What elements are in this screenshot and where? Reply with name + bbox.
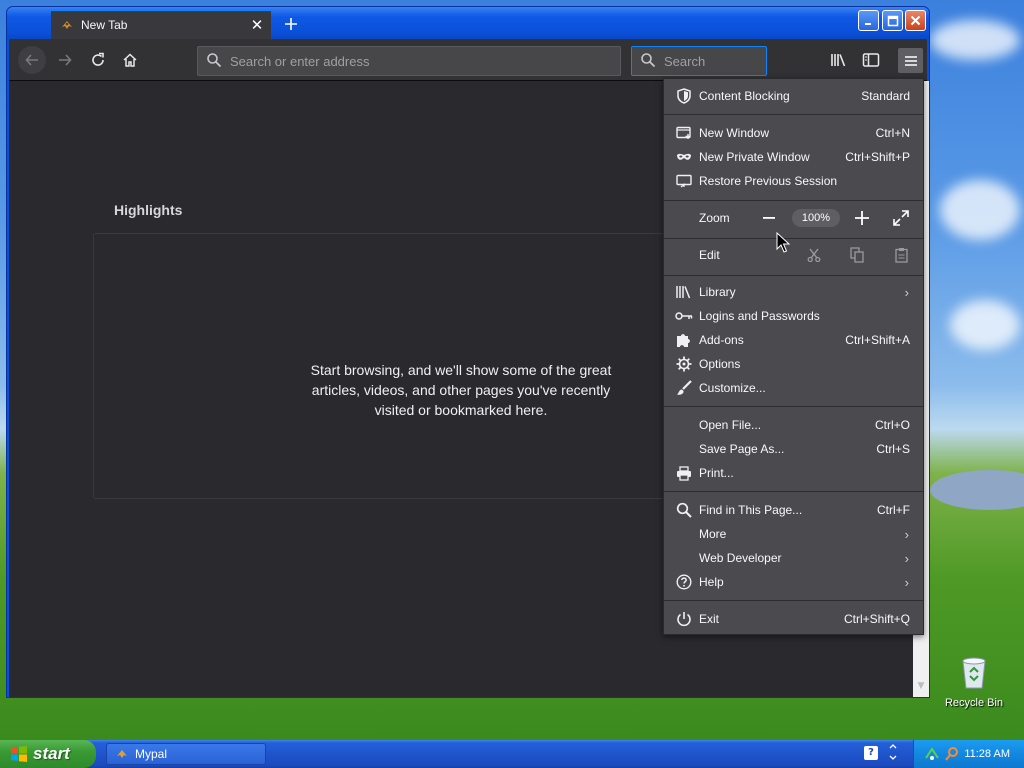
mypal-app-icon <box>117 750 127 758</box>
gear-icon <box>675 355 693 373</box>
power-icon <box>675 610 693 628</box>
new-tab-button[interactable] <box>279 12 303 36</box>
library-icon[interactable] <box>827 48 851 72</box>
menu-exit[interactable]: Exit Ctrl+Shift+Q <box>664 607 923 631</box>
highlights-heading: Highlights <box>114 202 183 218</box>
tab-new-tab[interactable]: New Tab ✕ <box>51 9 271 39</box>
sidebar-icon[interactable] <box>859 48 883 72</box>
search-icon <box>675 501 693 519</box>
menu-separator <box>664 238 923 239</box>
open-menu-button[interactable] <box>898 48 923 73</box>
recycle-bin[interactable]: Recycle Bin <box>944 656 1004 709</box>
copy-icon[interactable] <box>848 246 866 264</box>
menu-web-developer[interactable]: Web Developer › <box>664 546 923 570</box>
menu-help[interactable]: Help › <box>664 570 923 594</box>
mouse-cursor-icon <box>776 232 790 253</box>
menu-separator <box>664 600 923 601</box>
printer-icon <box>675 464 693 482</box>
menu-addons[interactable]: Add-ons Ctrl+Shift+A <box>664 328 923 352</box>
menu-new-private-window[interactable]: New Private Window Ctrl+Shift+P <box>664 145 923 169</box>
forward-button[interactable] <box>53 48 77 72</box>
private-mask-icon <box>675 148 693 166</box>
windows-flag-icon <box>11 746 27 762</box>
menu-new-window[interactable]: New Window Ctrl+N <box>664 121 923 145</box>
menu-open-file[interactable]: Open File... Ctrl+O <box>664 413 923 437</box>
scroll-down-icon[interactable]: ▼ <box>913 681 929 695</box>
paintbrush-icon <box>675 379 693 397</box>
key-icon <box>675 307 693 325</box>
menu-library[interactable]: Library › <box>664 280 923 304</box>
help-tray-icon[interactable]: ? <box>864 746 878 760</box>
title-bar[interactable]: New Tab ✕ <box>7 7 929 39</box>
taskbar: start Mypal ? 11:28 AM <box>0 740 1024 768</box>
menu-separator <box>664 200 923 201</box>
menu-separator <box>664 406 923 407</box>
new-window-icon <box>675 124 693 142</box>
distant-hill <box>930 470 1024 510</box>
zoom-in-button[interactable] <box>853 209 871 227</box>
shield-icon <box>675 87 693 105</box>
tab-title: New Tab <box>81 18 128 32</box>
search-placeholder: Search <box>664 53 706 69</box>
recycle-bin-icon <box>962 657 986 689</box>
system-tray: 11:28 AM <box>913 740 1024 768</box>
maximize-button[interactable] <box>882 10 903 31</box>
menu-content-blocking[interactable]: Content Blocking Standard <box>664 84 923 108</box>
menu-more[interactable]: More › <box>664 522 923 546</box>
close-window-button[interactable] <box>905 10 926 31</box>
chevron-right-icon: › <box>904 526 909 542</box>
cloud <box>950 300 1020 350</box>
zoom-reset-button[interactable]: 100% <box>792 209 840 227</box>
clock: 11:28 AM <box>964 748 1010 760</box>
restore-session-icon <box>675 172 693 190</box>
library-icon <box>675 283 693 301</box>
tray-expand-icon[interactable] <box>886 743 900 765</box>
chevron-right-icon: › <box>904 574 909 590</box>
search-icon <box>640 52 656 71</box>
help-icon <box>675 573 693 591</box>
menu-options[interactable]: Options <box>664 352 923 376</box>
hamburger-icon <box>904 55 917 66</box>
nav-toolbar: Search or enter address Search <box>9 39 927 81</box>
menu-save-page[interactable]: Save Page As... Ctrl+S <box>664 437 923 461</box>
highlights-empty-message: Start browsing, and we'll show some of t… <box>310 362 612 418</box>
menu-separator <box>664 114 923 115</box>
menu-restore-session[interactable]: Restore Previous Session <box>664 169 923 193</box>
minimize-button[interactable] <box>858 10 879 31</box>
search-tray-icon[interactable] <box>944 746 960 762</box>
menu-customize[interactable]: Customize... <box>664 376 923 400</box>
cloud <box>930 20 1020 60</box>
paste-icon[interactable] <box>892 246 910 264</box>
url-bar[interactable]: Search or enter address <box>197 46 621 76</box>
start-button[interactable]: start <box>0 740 96 768</box>
zoom-out-button[interactable] <box>760 209 778 227</box>
puzzle-piece-icon <box>675 331 693 349</box>
menu-logins-passwords[interactable]: Logins and Passwords <box>664 304 923 328</box>
app-menu-panel: Content Blocking Standard New Window Ctr… <box>663 78 924 635</box>
search-icon <box>206 52 222 71</box>
fullscreen-icon[interactable] <box>892 209 910 227</box>
home-button[interactable] <box>118 48 142 72</box>
reload-button[interactable] <box>86 48 110 72</box>
menu-zoom-row: Zoom 100% <box>664 206 923 230</box>
chevron-right-icon: › <box>904 550 909 566</box>
cloud <box>940 180 1020 240</box>
menu-separator <box>664 491 923 492</box>
menu-print[interactable]: Print... <box>664 461 923 485</box>
menu-find-in-page[interactable]: Find in This Page... Ctrl+F <box>664 498 923 522</box>
chevron-right-icon: › <box>904 284 909 300</box>
close-tab-icon[interactable]: ✕ <box>247 15 267 35</box>
mypal-favicon-icon <box>59 17 75 33</box>
cut-icon[interactable] <box>805 246 823 264</box>
url-placeholder: Search or enter address <box>230 53 370 69</box>
menu-separator <box>664 275 923 276</box>
search-bar[interactable]: Search <box>631 46 767 76</box>
menu-edit-row: Edit <box>664 243 923 267</box>
taskbar-item-mypal[interactable]: Mypal <box>106 743 266 765</box>
network-icon[interactable] <box>924 746 940 762</box>
back-button[interactable] <box>18 46 46 74</box>
